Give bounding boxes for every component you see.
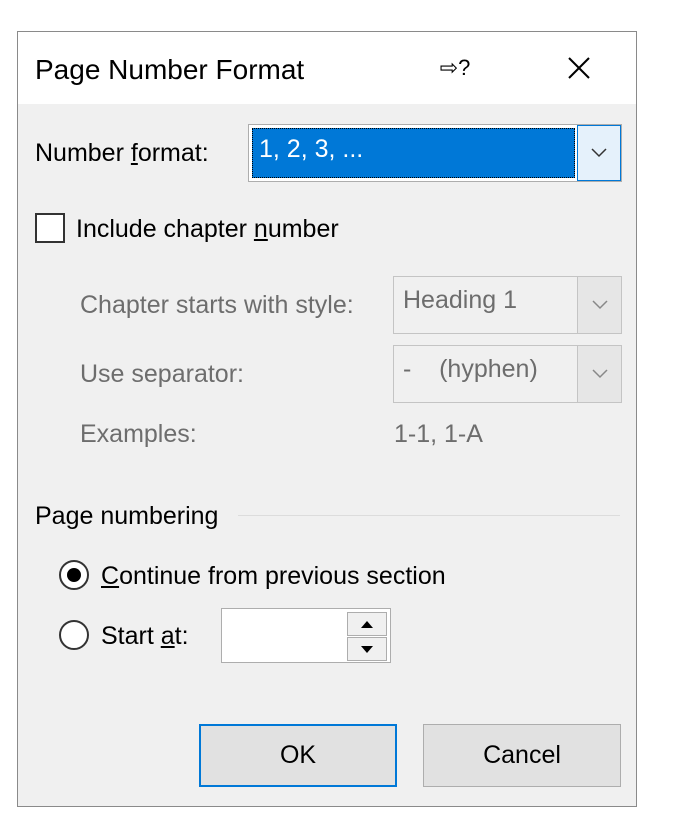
page-number-format-dialog: Page Number Format ⇨? Number format: 1, … — [17, 31, 637, 807]
title-bar: Page Number Format ⇨? — [18, 32, 636, 104]
cancel-button[interactable]: Cancel — [423, 724, 621, 787]
chevron-down-icon — [591, 148, 607, 158]
separator-arrow[interactable] — [577, 346, 621, 402]
start-at-label[interactable]: Start at: — [101, 622, 189, 651]
separator-dropdown[interactable]: - (hyphen) — [393, 345, 622, 403]
continue-label[interactable]: Continue from previous section — [101, 562, 446, 591]
triangle-up-icon — [361, 620, 373, 628]
close-button[interactable] — [544, 42, 614, 94]
chevron-down-icon — [591, 300, 608, 310]
help-button[interactable]: ⇨? — [426, 42, 484, 94]
spin-up-button[interactable] — [347, 612, 387, 636]
number-format-dropdown[interactable]: 1, 2, 3, ... — [248, 124, 622, 182]
include-chapter-checkbox[interactable] — [35, 213, 65, 243]
chapter-style-dropdown[interactable]: Heading 1 — [393, 276, 622, 334]
continue-radio[interactable] — [59, 560, 89, 590]
help-icon: ⇨? — [439, 55, 471, 80]
include-chapter-label[interactable]: Include chapter number — [76, 215, 339, 244]
chapter-style-label: Chapter starts with style: — [80, 291, 354, 319]
start-at-spinner[interactable] — [221, 608, 391, 663]
spin-down-button[interactable] — [347, 637, 387, 661]
spinner-buttons — [347, 612, 387, 661]
number-format-arrow[interactable] — [577, 125, 621, 181]
separator-label: Use separator: — [80, 360, 244, 388]
dialog-title: Page Number Format — [35, 54, 305, 85]
examples-value: 1-1, 1-A — [394, 420, 483, 448]
page-numbering-heading: Page numbering — [35, 502, 219, 530]
number-format-value: 1, 2, 3, ... — [252, 128, 575, 178]
separator-value: - (hyphen) — [403, 355, 538, 383]
close-icon — [568, 57, 590, 79]
chapter-style-arrow[interactable] — [577, 277, 621, 333]
start-at-radio[interactable] — [59, 620, 89, 650]
number-format-label: Number format: — [35, 139, 209, 167]
chapter-style-value: Heading 1 — [403, 286, 517, 314]
chevron-down-icon — [591, 369, 608, 379]
examples-label: Examples: — [80, 420, 197, 448]
group-divider — [238, 515, 620, 516]
ok-button[interactable]: OK — [199, 724, 397, 787]
radio-selected-dot — [67, 568, 81, 582]
triangle-down-icon — [361, 645, 373, 653]
